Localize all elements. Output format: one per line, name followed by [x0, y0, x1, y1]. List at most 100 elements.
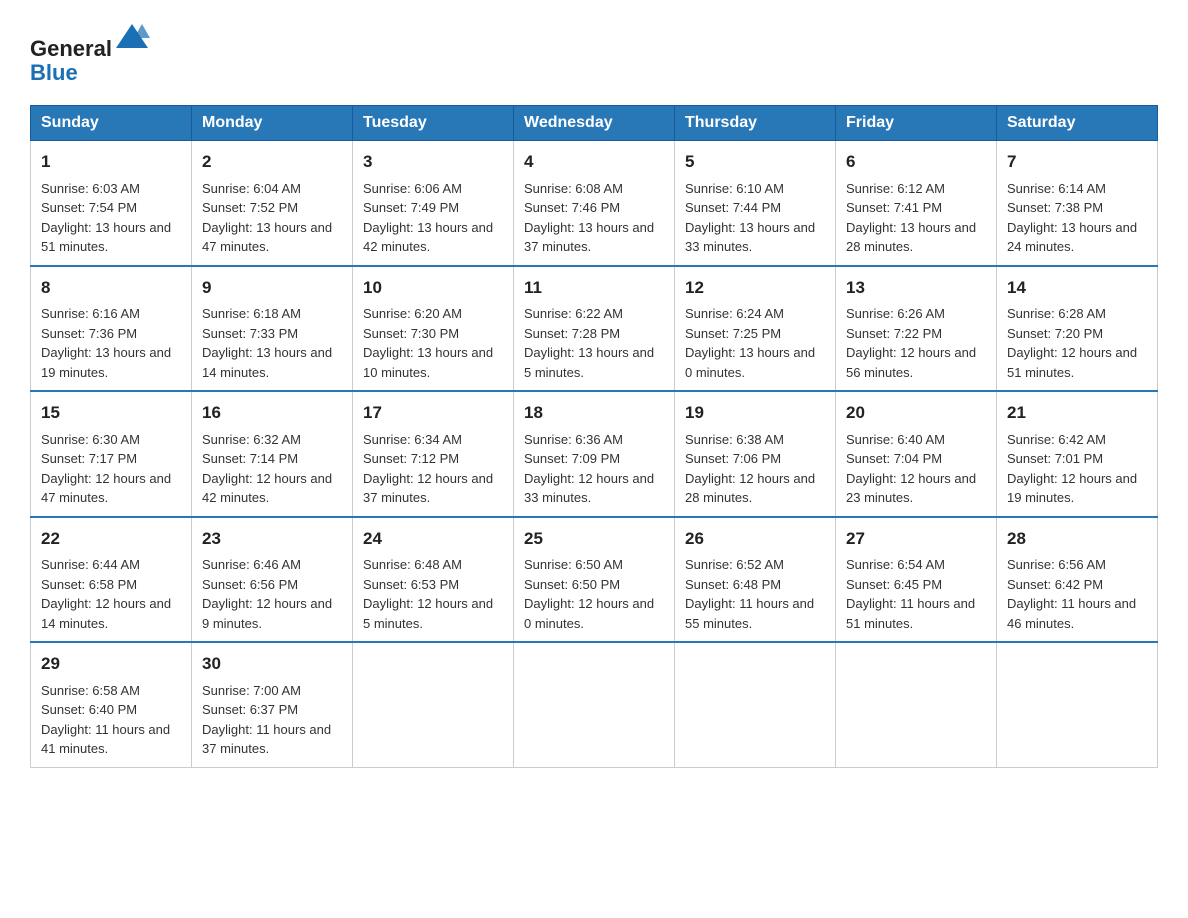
calendar-day-cell: 1 Sunrise: 6:03 AMSunset: 7:54 PMDayligh… [31, 141, 192, 266]
calendar-day-cell: 2 Sunrise: 6:04 AMSunset: 7:52 PMDayligh… [192, 141, 353, 266]
calendar-day-cell [353, 642, 514, 767]
calendar-day-cell: 16 Sunrise: 6:32 AMSunset: 7:14 PMDaylig… [192, 391, 353, 517]
day-of-week-header: Friday [836, 106, 997, 141]
calendar-day-cell: 4 Sunrise: 6:08 AMSunset: 7:46 PMDayligh… [514, 141, 675, 266]
day-info: Sunrise: 6:44 AMSunset: 6:58 PMDaylight:… [41, 557, 171, 631]
day-number: 14 [1007, 275, 1147, 301]
calendar-day-cell: 13 Sunrise: 6:26 AMSunset: 7:22 PMDaylig… [836, 266, 997, 392]
day-info: Sunrise: 6:56 AMSunset: 6:42 PMDaylight:… [1007, 557, 1136, 631]
day-info: Sunrise: 6:08 AMSunset: 7:46 PMDaylight:… [524, 181, 654, 255]
calendar-header-row: SundayMondayTuesdayWednesdayThursdayFrid… [31, 106, 1158, 141]
calendar-day-cell: 24 Sunrise: 6:48 AMSunset: 6:53 PMDaylig… [353, 517, 514, 643]
day-number: 28 [1007, 526, 1147, 552]
day-number: 15 [41, 400, 181, 426]
calendar-day-cell: 25 Sunrise: 6:50 AMSunset: 6:50 PMDaylig… [514, 517, 675, 643]
day-number: 23 [202, 526, 342, 552]
day-of-week-header: Saturday [997, 106, 1158, 141]
calendar-day-cell: 15 Sunrise: 6:30 AMSunset: 7:17 PMDaylig… [31, 391, 192, 517]
calendar-day-cell: 7 Sunrise: 6:14 AMSunset: 7:38 PMDayligh… [997, 141, 1158, 266]
day-of-week-header: Monday [192, 106, 353, 141]
day-number: 8 [41, 275, 181, 301]
day-number: 6 [846, 149, 986, 175]
day-info: Sunrise: 6:20 AMSunset: 7:30 PMDaylight:… [363, 306, 493, 380]
day-info: Sunrise: 6:54 AMSunset: 6:45 PMDaylight:… [846, 557, 975, 631]
day-info: Sunrise: 6:32 AMSunset: 7:14 PMDaylight:… [202, 432, 332, 506]
day-number: 1 [41, 149, 181, 175]
day-info: Sunrise: 6:34 AMSunset: 7:12 PMDaylight:… [363, 432, 493, 506]
calendar-day-cell: 21 Sunrise: 6:42 AMSunset: 7:01 PMDaylig… [997, 391, 1158, 517]
day-number: 27 [846, 526, 986, 552]
day-info: Sunrise: 6:48 AMSunset: 6:53 PMDaylight:… [363, 557, 493, 631]
day-number: 24 [363, 526, 503, 552]
day-info: Sunrise: 6:58 AMSunset: 6:40 PMDaylight:… [41, 683, 170, 757]
day-number: 12 [685, 275, 825, 301]
calendar-day-cell [997, 642, 1158, 767]
day-info: Sunrise: 6:52 AMSunset: 6:48 PMDaylight:… [685, 557, 814, 631]
calendar-day-cell: 12 Sunrise: 6:24 AMSunset: 7:25 PMDaylig… [675, 266, 836, 392]
page-header: General Blue [30, 20, 1158, 85]
day-info: Sunrise: 6:14 AMSunset: 7:38 PMDaylight:… [1007, 181, 1137, 255]
calendar-day-cell: 3 Sunrise: 6:06 AMSunset: 7:49 PMDayligh… [353, 141, 514, 266]
calendar-day-cell: 14 Sunrise: 6:28 AMSunset: 7:20 PMDaylig… [997, 266, 1158, 392]
day-info: Sunrise: 6:28 AMSunset: 7:20 PMDaylight:… [1007, 306, 1137, 380]
day-info: Sunrise: 6:03 AMSunset: 7:54 PMDaylight:… [41, 181, 171, 255]
day-number: 30 [202, 651, 342, 677]
calendar-day-cell: 30 Sunrise: 7:00 AMSunset: 6:37 PMDaylig… [192, 642, 353, 767]
day-info: Sunrise: 6:38 AMSunset: 7:06 PMDaylight:… [685, 432, 815, 506]
calendar-day-cell: 28 Sunrise: 6:56 AMSunset: 6:42 PMDaylig… [997, 517, 1158, 643]
calendar-day-cell [514, 642, 675, 767]
calendar-day-cell: 20 Sunrise: 6:40 AMSunset: 7:04 PMDaylig… [836, 391, 997, 517]
calendar-day-cell: 29 Sunrise: 6:58 AMSunset: 6:40 PMDaylig… [31, 642, 192, 767]
day-of-week-header: Sunday [31, 106, 192, 141]
calendar-day-cell [836, 642, 997, 767]
day-number: 21 [1007, 400, 1147, 426]
day-number: 10 [363, 275, 503, 301]
day-info: Sunrise: 6:36 AMSunset: 7:09 PMDaylight:… [524, 432, 654, 506]
calendar-week-row: 29 Sunrise: 6:58 AMSunset: 6:40 PMDaylig… [31, 642, 1158, 767]
logo-blue-text: Blue [30, 61, 150, 85]
day-info: Sunrise: 6:50 AMSunset: 6:50 PMDaylight:… [524, 557, 654, 631]
day-number: 4 [524, 149, 664, 175]
calendar-week-row: 1 Sunrise: 6:03 AMSunset: 7:54 PMDayligh… [31, 141, 1158, 266]
logo-text: General [30, 20, 150, 61]
day-number: 16 [202, 400, 342, 426]
calendar-week-row: 22 Sunrise: 6:44 AMSunset: 6:58 PMDaylig… [31, 517, 1158, 643]
logo: General Blue [30, 20, 150, 85]
calendar-table: SundayMondayTuesdayWednesdayThursdayFrid… [30, 105, 1158, 768]
calendar-day-cell: 6 Sunrise: 6:12 AMSunset: 7:41 PMDayligh… [836, 141, 997, 266]
day-info: Sunrise: 7:00 AMSunset: 6:37 PMDaylight:… [202, 683, 331, 757]
day-number: 17 [363, 400, 503, 426]
day-info: Sunrise: 6:04 AMSunset: 7:52 PMDaylight:… [202, 181, 332, 255]
day-info: Sunrise: 6:24 AMSunset: 7:25 PMDaylight:… [685, 306, 815, 380]
day-number: 25 [524, 526, 664, 552]
calendar-day-cell: 22 Sunrise: 6:44 AMSunset: 6:58 PMDaylig… [31, 517, 192, 643]
calendar-day-cell: 27 Sunrise: 6:54 AMSunset: 6:45 PMDaylig… [836, 517, 997, 643]
day-number: 7 [1007, 149, 1147, 175]
calendar-day-cell: 5 Sunrise: 6:10 AMSunset: 7:44 PMDayligh… [675, 141, 836, 266]
day-info: Sunrise: 6:30 AMSunset: 7:17 PMDaylight:… [41, 432, 171, 506]
calendar-day-cell: 19 Sunrise: 6:38 AMSunset: 7:06 PMDaylig… [675, 391, 836, 517]
day-number: 22 [41, 526, 181, 552]
calendar-day-cell: 26 Sunrise: 6:52 AMSunset: 6:48 PMDaylig… [675, 517, 836, 643]
day-info: Sunrise: 6:10 AMSunset: 7:44 PMDaylight:… [685, 181, 815, 255]
calendar-day-cell: 8 Sunrise: 6:16 AMSunset: 7:36 PMDayligh… [31, 266, 192, 392]
day-number: 26 [685, 526, 825, 552]
day-number: 29 [41, 651, 181, 677]
day-info: Sunrise: 6:06 AMSunset: 7:49 PMDaylight:… [363, 181, 493, 255]
calendar-day-cell: 11 Sunrise: 6:22 AMSunset: 7:28 PMDaylig… [514, 266, 675, 392]
day-info: Sunrise: 6:22 AMSunset: 7:28 PMDaylight:… [524, 306, 654, 380]
calendar-week-row: 15 Sunrise: 6:30 AMSunset: 7:17 PMDaylig… [31, 391, 1158, 517]
day-info: Sunrise: 6:16 AMSunset: 7:36 PMDaylight:… [41, 306, 171, 380]
day-info: Sunrise: 6:12 AMSunset: 7:41 PMDaylight:… [846, 181, 976, 255]
day-info: Sunrise: 6:40 AMSunset: 7:04 PMDaylight:… [846, 432, 976, 506]
day-number: 13 [846, 275, 986, 301]
day-number: 5 [685, 149, 825, 175]
day-number: 2 [202, 149, 342, 175]
calendar-week-row: 8 Sunrise: 6:16 AMSunset: 7:36 PMDayligh… [31, 266, 1158, 392]
day-info: Sunrise: 6:26 AMSunset: 7:22 PMDaylight:… [846, 306, 976, 380]
calendar-day-cell: 23 Sunrise: 6:46 AMSunset: 6:56 PMDaylig… [192, 517, 353, 643]
day-number: 3 [363, 149, 503, 175]
day-number: 20 [846, 400, 986, 426]
day-info: Sunrise: 6:18 AMSunset: 7:33 PMDaylight:… [202, 306, 332, 380]
day-info: Sunrise: 6:42 AMSunset: 7:01 PMDaylight:… [1007, 432, 1137, 506]
